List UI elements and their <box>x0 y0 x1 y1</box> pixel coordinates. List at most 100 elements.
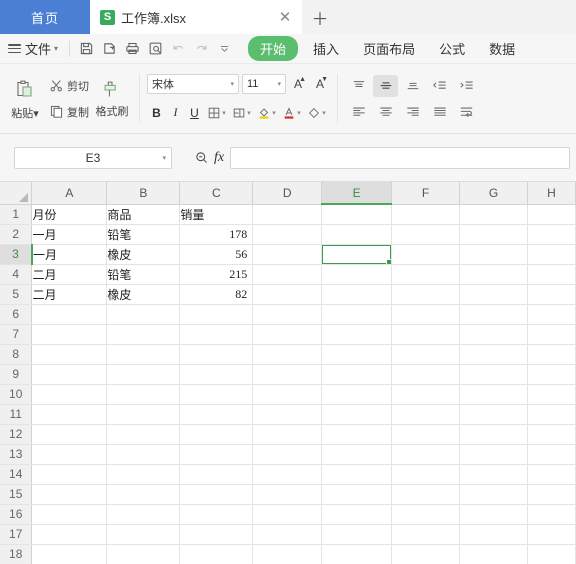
cell-d15[interactable] <box>252 484 323 505</box>
decrease-font-size-button[interactable]: A ▼ <box>310 74 330 94</box>
cell-d5[interactable] <box>252 284 323 305</box>
file-menu-button[interactable]: 文件 ▾ <box>8 39 58 58</box>
cell-h11[interactable] <box>527 404 576 425</box>
cell-g5[interactable] <box>459 284 528 305</box>
cell-a6[interactable] <box>31 304 108 325</box>
cell-f6[interactable] <box>391 304 461 325</box>
cell-e10[interactable] <box>321 384 393 405</box>
cell-a7[interactable] <box>31 324 108 345</box>
insert-function-button[interactable]: fx <box>214 150 224 166</box>
cell-a3[interactable]: 一月 <box>31 244 108 265</box>
cell-d4[interactable] <box>252 264 323 285</box>
ribbon-tab-start[interactable]: 开始 <box>248 36 299 61</box>
cell-g4[interactable] <box>459 264 528 285</box>
cell-h12[interactable] <box>527 424 576 445</box>
cell-a10[interactable] <box>31 384 108 405</box>
cell-g6[interactable] <box>459 304 528 325</box>
cell-c10[interactable] <box>179 384 254 405</box>
cell-h6[interactable] <box>527 304 576 325</box>
cell-e18[interactable] <box>321 544 393 564</box>
home-tab[interactable]: 首页 <box>0 0 90 34</box>
cell-f3[interactable] <box>391 244 461 265</box>
cell-e4[interactable] <box>321 264 393 285</box>
cell-e11[interactable] <box>321 404 393 425</box>
cell-c4[interactable]: 215 <box>179 264 254 285</box>
cell-d1[interactable] <box>252 204 323 225</box>
ribbon-tab-insert[interactable]: 插入 <box>304 36 348 61</box>
cell-g7[interactable] <box>459 324 528 345</box>
justify-button[interactable] <box>427 101 452 123</box>
undo-button[interactable] <box>167 38 190 60</box>
cell-g15[interactable] <box>459 484 528 505</box>
cell-c6[interactable] <box>179 304 254 325</box>
row-header-13[interactable]: 13 <box>0 444 33 465</box>
cell-f11[interactable] <box>391 404 461 425</box>
cell-f4[interactable] <box>391 264 461 285</box>
cell-c2[interactable]: 178 <box>179 224 254 245</box>
italic-button[interactable]: I <box>166 102 185 124</box>
cell-h18[interactable] <box>527 544 576 564</box>
cell-d18[interactable] <box>252 544 323 564</box>
cell-e8[interactable] <box>321 344 393 365</box>
cell-a17[interactable] <box>31 524 108 545</box>
cell-g8[interactable] <box>459 344 528 365</box>
increase-font-size-button[interactable]: A ▲ <box>288 74 308 94</box>
cell-c17[interactable] <box>179 524 254 545</box>
cell-e9[interactable] <box>321 364 393 385</box>
cell-f10[interactable] <box>391 384 461 405</box>
cell-f15[interactable] <box>391 484 461 505</box>
workbook-tab[interactable]: S 工作簿.xlsx ✕ <box>90 0 302 34</box>
cell-e12[interactable] <box>321 424 393 445</box>
cell-b6[interactable] <box>106 304 181 325</box>
font-size-select[interactable]: 11 ▾ <box>242 73 286 94</box>
cell-d6[interactable] <box>252 304 323 325</box>
cell-c1[interactable]: 销量 <box>179 204 254 225</box>
cut-button[interactable]: 剪切 <box>46 73 92 99</box>
cell-h8[interactable] <box>527 344 576 365</box>
cell-a13[interactable] <box>31 444 108 465</box>
cell-h10[interactable] <box>527 384 576 405</box>
cell-b4[interactable]: 铅笔 <box>106 264 181 285</box>
cell-f7[interactable] <box>391 324 461 345</box>
cell-b5[interactable]: 橡皮 <box>106 284 181 305</box>
cell-g1[interactable] <box>459 204 528 225</box>
cell-g18[interactable] <box>459 544 528 564</box>
cell-d8[interactable] <box>252 344 323 365</box>
cell-c11[interactable] <box>179 404 254 425</box>
cell-c13[interactable] <box>179 444 254 465</box>
font-color-button[interactable]: ▾ <box>279 102 304 124</box>
cell-e16[interactable] <box>321 504 393 525</box>
name-box[interactable]: E3 ▾ <box>14 146 172 169</box>
cell-g14[interactable] <box>459 464 528 485</box>
cell-h14[interactable] <box>527 464 576 485</box>
cell-f17[interactable] <box>391 524 461 545</box>
cell-f12[interactable] <box>391 424 461 445</box>
row-header-5[interactable]: 5 <box>0 284 33 305</box>
row-header-10[interactable]: 10 <box>0 384 33 405</box>
cell-b11[interactable] <box>106 404 181 425</box>
decrease-indent-button[interactable] <box>427 75 452 97</box>
cell-g16[interactable] <box>459 504 528 525</box>
cell-a9[interactable] <box>31 364 108 385</box>
cell-d17[interactable] <box>252 524 323 545</box>
align-top-button[interactable] <box>346 75 371 97</box>
select-all-corner[interactable] <box>0 182 33 205</box>
search-function-icon[interactable] <box>190 147 212 169</box>
save-button[interactable] <box>75 38 98 60</box>
print-button[interactable] <box>121 38 144 60</box>
cell-b15[interactable] <box>106 484 181 505</box>
cell-f9[interactable] <box>391 364 461 385</box>
align-right-button[interactable] <box>400 101 425 123</box>
cell-d14[interactable] <box>252 464 323 485</box>
cell-g10[interactable] <box>459 384 528 405</box>
cell-e1[interactable] <box>321 204 393 225</box>
cell-b12[interactable] <box>106 424 181 445</box>
cell-a2[interactable]: 一月 <box>31 224 108 245</box>
cell-d16[interactable] <box>252 504 323 525</box>
row-header-11[interactable]: 11 <box>0 404 33 425</box>
paste-button[interactable]: 粘贴▾ <box>4 68 46 130</box>
cell-d9[interactable] <box>252 364 323 385</box>
column-header-f[interactable]: F <box>391 182 461 205</box>
copy-button[interactable]: 复制 <box>46 99 92 125</box>
format-painter-button[interactable]: 格式刷 <box>92 68 132 130</box>
